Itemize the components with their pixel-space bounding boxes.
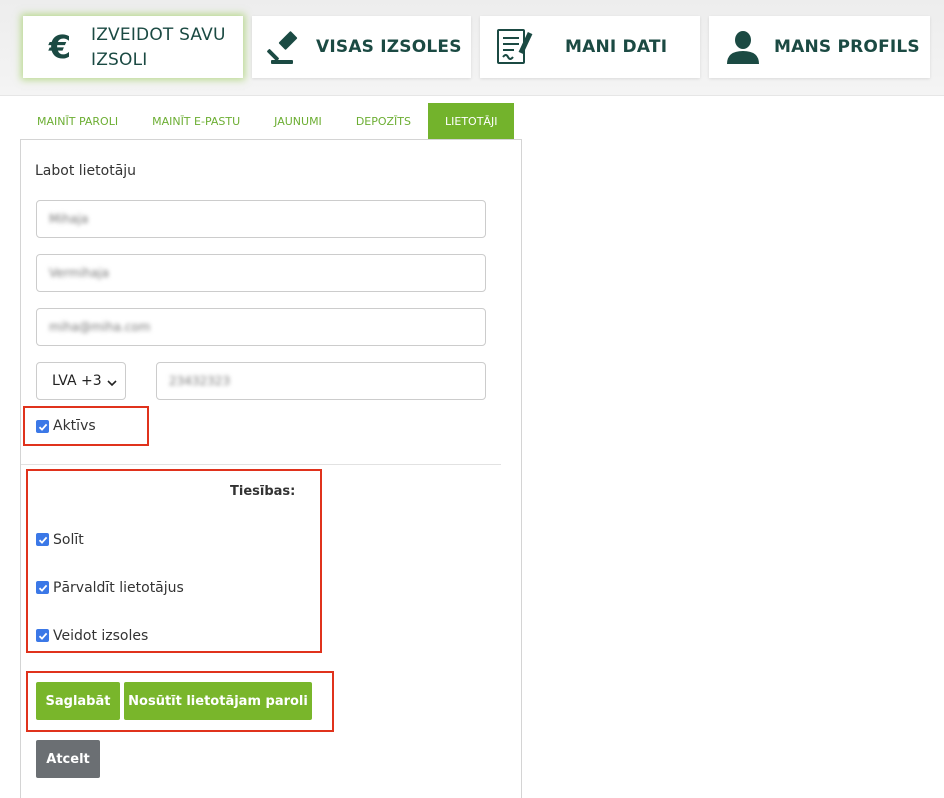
email-value: miha@miha.com	[49, 320, 151, 334]
send-password-button[interactable]: Nosūtīt lietotājam paroli	[124, 682, 312, 720]
checkmark-icon	[38, 536, 47, 544]
nav-create-auction-label: IZVEIDOT SAVU IZSOLI	[91, 25, 226, 70]
active-checkbox[interactable]	[36, 420, 49, 433]
last-name-value: Vermihaja	[49, 266, 110, 280]
permission-manage-users-label: Pārvaldīt lietotājus	[53, 580, 184, 596]
first-name-input[interactable]: Mihaja	[36, 200, 486, 238]
gavel-icon	[266, 28, 306, 68]
country-code-select[interactable]: LVA +3	[36, 362, 126, 400]
phone-input[interactable]: 23432323	[156, 362, 486, 400]
country-code-value: LVA +3	[52, 373, 102, 389]
permission-create-auctions-label: Veidot izsoles	[53, 628, 149, 644]
chevron-down-icon	[107, 376, 117, 392]
permission-create-auctions-checkbox[interactable]	[36, 629, 49, 642]
permission-manage-users-checkbox[interactable]	[36, 581, 49, 594]
checkmark-icon	[38, 632, 47, 640]
last-name-input[interactable]: Vermihaja	[36, 254, 486, 292]
document-pen-icon	[494, 26, 536, 68]
top-navigation: € IZVEIDOT SAVU IZSOLI VISAS IZSOLES MAN…	[0, 0, 944, 96]
nav-all-auctions-label: VISAS IZSOLES	[316, 37, 462, 57]
tab-change-password[interactable]: MAINĪT PAROLI	[20, 103, 135, 139]
profile-tabs: MAINĪT PAROLI MAINĪT E-PASTU JAUNUMI DEP…	[20, 103, 515, 139]
checkmark-icon	[38, 584, 47, 592]
permission-bid-label: Solīt	[53, 532, 84, 548]
save-button[interactable]: Saglabāt	[36, 682, 120, 720]
permissions-heading: Tiesības:	[230, 484, 296, 499]
user-icon	[725, 29, 761, 65]
euro-icon: €	[48, 28, 72, 66]
tab-news[interactable]: JAUNUMI	[257, 103, 339, 139]
form-title: Labot lietotāju	[35, 163, 137, 179]
divider	[21, 464, 501, 465]
nav-create-auction[interactable]: € IZVEIDOT SAVU IZSOLI	[23, 16, 243, 78]
nav-my-data-label: MANI DATI	[565, 37, 668, 57]
nav-my-profile-label: MANS PROFILS	[774, 37, 920, 57]
active-label: Aktīvs	[53, 418, 96, 434]
cancel-button[interactable]: Atcelt	[36, 740, 100, 778]
tab-users[interactable]: LIETOTĀJI	[428, 103, 515, 139]
tab-change-email[interactable]: MAINĪT E-PASTU	[135, 103, 257, 139]
first-name-value: Mihaja	[49, 212, 89, 226]
nav-my-profile[interactable]: MANS PROFILS	[709, 16, 930, 78]
nav-all-auctions[interactable]: VISAS IZSOLES	[252, 16, 471, 78]
checkmark-icon	[38, 423, 47, 431]
phone-value: 23432323	[169, 374, 231, 388]
nav-my-data[interactable]: MANI DATI	[480, 16, 700, 78]
email-input[interactable]: miha@miha.com	[36, 308, 486, 346]
permission-bid-checkbox[interactable]	[36, 533, 49, 546]
tab-deposit[interactable]: DEPOZĪTS	[339, 103, 428, 139]
